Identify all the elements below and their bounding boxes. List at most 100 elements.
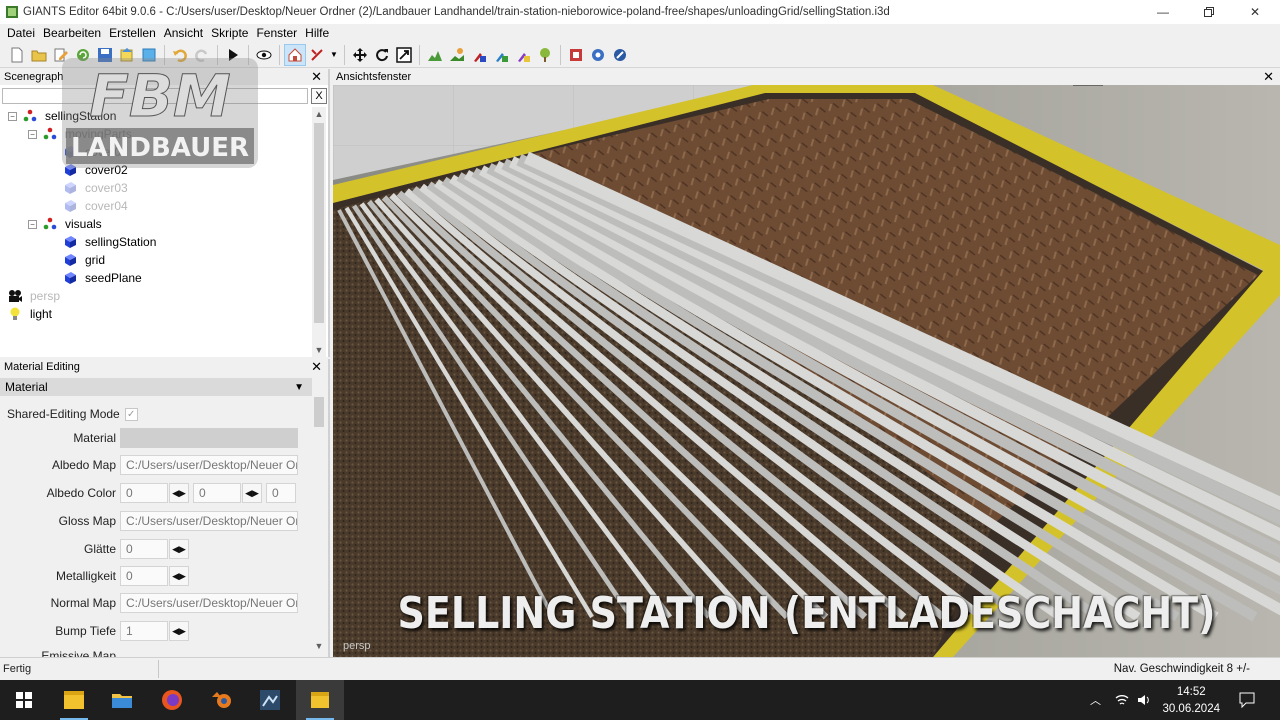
taskbar-firefox[interactable] — [148, 680, 196, 720]
albedo-color-g-stepper[interactable]: ◀▶ — [242, 483, 262, 503]
taskbar-blender[interactable] — [198, 680, 246, 720]
eye-icon — [256, 50, 272, 59]
move-tool-button[interactable] — [349, 44, 371, 66]
albedo-map-field[interactable]: C:/Users/user/Desktop/Neuer Or — [120, 455, 298, 475]
albedo-color-b-input[interactable]: 0 — [266, 483, 296, 503]
start-button[interactable] — [0, 680, 48, 720]
taskbar-notes-app[interactable] — [50, 680, 98, 720]
tree-collapse-icon[interactable]: − — [28, 129, 37, 139]
glaette-label: Glätte — [83, 542, 116, 556]
wifi-icon[interactable] — [1114, 692, 1130, 708]
3d-scene-render[interactable] — [333, 85, 1280, 657]
home-view-button[interactable] — [284, 43, 306, 66]
albedo-color-r-input[interactable]: 0 — [120, 483, 168, 503]
menu-datei[interactable]: Datei — [3, 26, 39, 40]
taskbar-clock[interactable]: 14:52 30.06.2024 — [1162, 684, 1220, 718]
emissive-map-label: Emissive Map — [41, 649, 116, 657]
open-file-button[interactable] — [28, 44, 50, 66]
window-title: GIANTS Editor 64bit 9.0.6 - C:/Users/use… — [23, 6, 890, 18]
shared-editing-label: Shared-Editing Mode — [7, 407, 120, 421]
maximize-button[interactable] — [1186, 0, 1232, 24]
metalligkeit-input[interactable]: 0 — [120, 566, 168, 586]
scenegraph-node-label: seedPlane — [85, 271, 142, 285]
scroll-down-icon[interactable]: ▼ — [312, 343, 326, 357]
settings-button[interactable] — [587, 44, 609, 66]
scenegraph-node[interactable]: − visuals — [28, 215, 102, 233]
scenegraph-node[interactable]: sellingStation — [48, 233, 156, 251]
bump-tiefe-stepper[interactable]: ◀▶ — [169, 621, 189, 641]
close-viewport-button[interactable]: ✕ — [1263, 69, 1274, 85]
scenegraph-node[interactable]: cover04 — [48, 197, 128, 215]
close-scenegraph-button[interactable]: ✕ — [311, 69, 322, 84]
metalligkeit-stepper[interactable]: ◀▶ — [169, 566, 189, 586]
close-window-button[interactable]: ✕ — [1232, 0, 1278, 24]
albedo-color-g-input[interactable]: 0 — [193, 483, 241, 503]
shared-editing-row: Shared-Editing Mode ✓ — [0, 403, 312, 425]
menu-bearbeiten[interactable]: Bearbeiten — [39, 26, 105, 40]
albedo-color-r-stepper[interactable]: ◀▶ — [169, 483, 189, 503]
new-file-button[interactable] — [6, 44, 28, 66]
material-icon — [570, 48, 582, 61]
menu-ansicht[interactable]: Ansicht — [160, 26, 207, 40]
terrain-paint-icon — [450, 47, 464, 61]
taskbar-explorer[interactable] — [98, 680, 146, 720]
volume-icon[interactable] — [1136, 692, 1152, 708]
gloss-map-field[interactable]: C:/Users/user/Desktop/Neuer Or — [120, 511, 298, 531]
menu-hilfe[interactable]: Hilfe — [301, 26, 333, 40]
material-scrollbar[interactable]: ▼ — [312, 395, 326, 655]
placement-paint-button[interactable] — [512, 44, 534, 66]
scenegraph-node[interactable]: cover03 — [48, 179, 128, 197]
tree-paint-button[interactable] — [534, 44, 556, 66]
scenegraph-node[interactable]: light — [8, 305, 52, 323]
minimize-button[interactable]: — — [1140, 0, 1186, 24]
fbm-landbauer-logo: FBM LANDBAUER — [62, 58, 258, 168]
tree-collapse-icon[interactable]: − — [8, 111, 17, 121]
field-paint-button[interactable] — [490, 44, 512, 66]
scale-tool-button[interactable] — [393, 44, 415, 66]
stepper-arrows-icon: ◀▶ — [172, 543, 186, 554]
scroll-down-icon[interactable]: ▼ — [312, 639, 326, 653]
bump-tiefe-input[interactable]: 1 — [120, 621, 168, 641]
menu-fenster[interactable]: Fenster — [252, 26, 301, 40]
material-section-header[interactable]: Material ▼ — [0, 378, 312, 396]
scenegraph-scrollbar[interactable]: ▲ ▼ — [312, 107, 326, 357]
windows-taskbar: ︿ 14:52 30.06.2024 — [0, 680, 1280, 720]
menu-erstellen[interactable]: Erstellen — [105, 26, 160, 40]
gloss-map-label: Gloss Map — [58, 514, 116, 528]
folder-open-icon — [31, 50, 47, 61]
rotate-tool-button[interactable] — [371, 44, 393, 66]
scroll-up-icon[interactable]: ▲ — [312, 107, 326, 121]
bump-tiefe-row: Bump Tiefe 1 ◀▶ — [0, 620, 312, 642]
taskbar-giants-editor[interactable] — [246, 680, 294, 720]
new-file-icon — [11, 47, 23, 62]
toolbar-separator — [560, 44, 561, 65]
glaette-input[interactable]: 0 — [120, 539, 168, 559]
snap-button[interactable] — [306, 44, 328, 66]
tray-expand-icon[interactable]: ︿ — [1090, 692, 1101, 708]
scroll-thumb[interactable] — [314, 397, 324, 427]
tree-collapse-icon[interactable]: − — [28, 219, 37, 229]
close-material-button[interactable]: ✕ — [311, 359, 322, 374]
scroll-thumb[interactable] — [314, 123, 324, 323]
scenegraph-node[interactable]: persp — [8, 287, 60, 305]
tools-button[interactable] — [609, 44, 631, 66]
terrain-paint-button[interactable] — [446, 44, 468, 66]
taskbar-active-folder[interactable] — [296, 680, 344, 720]
menu-skripte[interactable]: Skripte — [207, 26, 252, 40]
terrain-sculpt-button[interactable] — [424, 44, 446, 66]
material-browser-button[interactable] — [565, 44, 587, 66]
scenegraph-node[interactable]: grid — [48, 251, 105, 269]
clear-filter-button[interactable]: X — [311, 88, 327, 104]
normal-map-field[interactable]: C:/Users/user/Desktop/Neuer Or — [120, 593, 298, 613]
scenegraph-node-label: visuals — [65, 217, 102, 231]
scenegraph-node[interactable]: seedPlane — [48, 269, 142, 287]
snap-dropdown-button[interactable]: ▼ — [328, 44, 340, 66]
shared-editing-checkbox[interactable]: ✓ — [124, 407, 138, 421]
glaette-stepper[interactable]: ◀▶ — [169, 539, 189, 559]
glaette-row: Glätte 0 ◀▶ — [0, 538, 312, 560]
terrain-sculpt-icon — [428, 50, 442, 61]
camera-icon — [9, 290, 22, 302]
foliage-paint-button[interactable] — [468, 44, 490, 66]
notifications-icon[interactable] — [1238, 691, 1256, 709]
material-field[interactable] — [120, 428, 298, 448]
